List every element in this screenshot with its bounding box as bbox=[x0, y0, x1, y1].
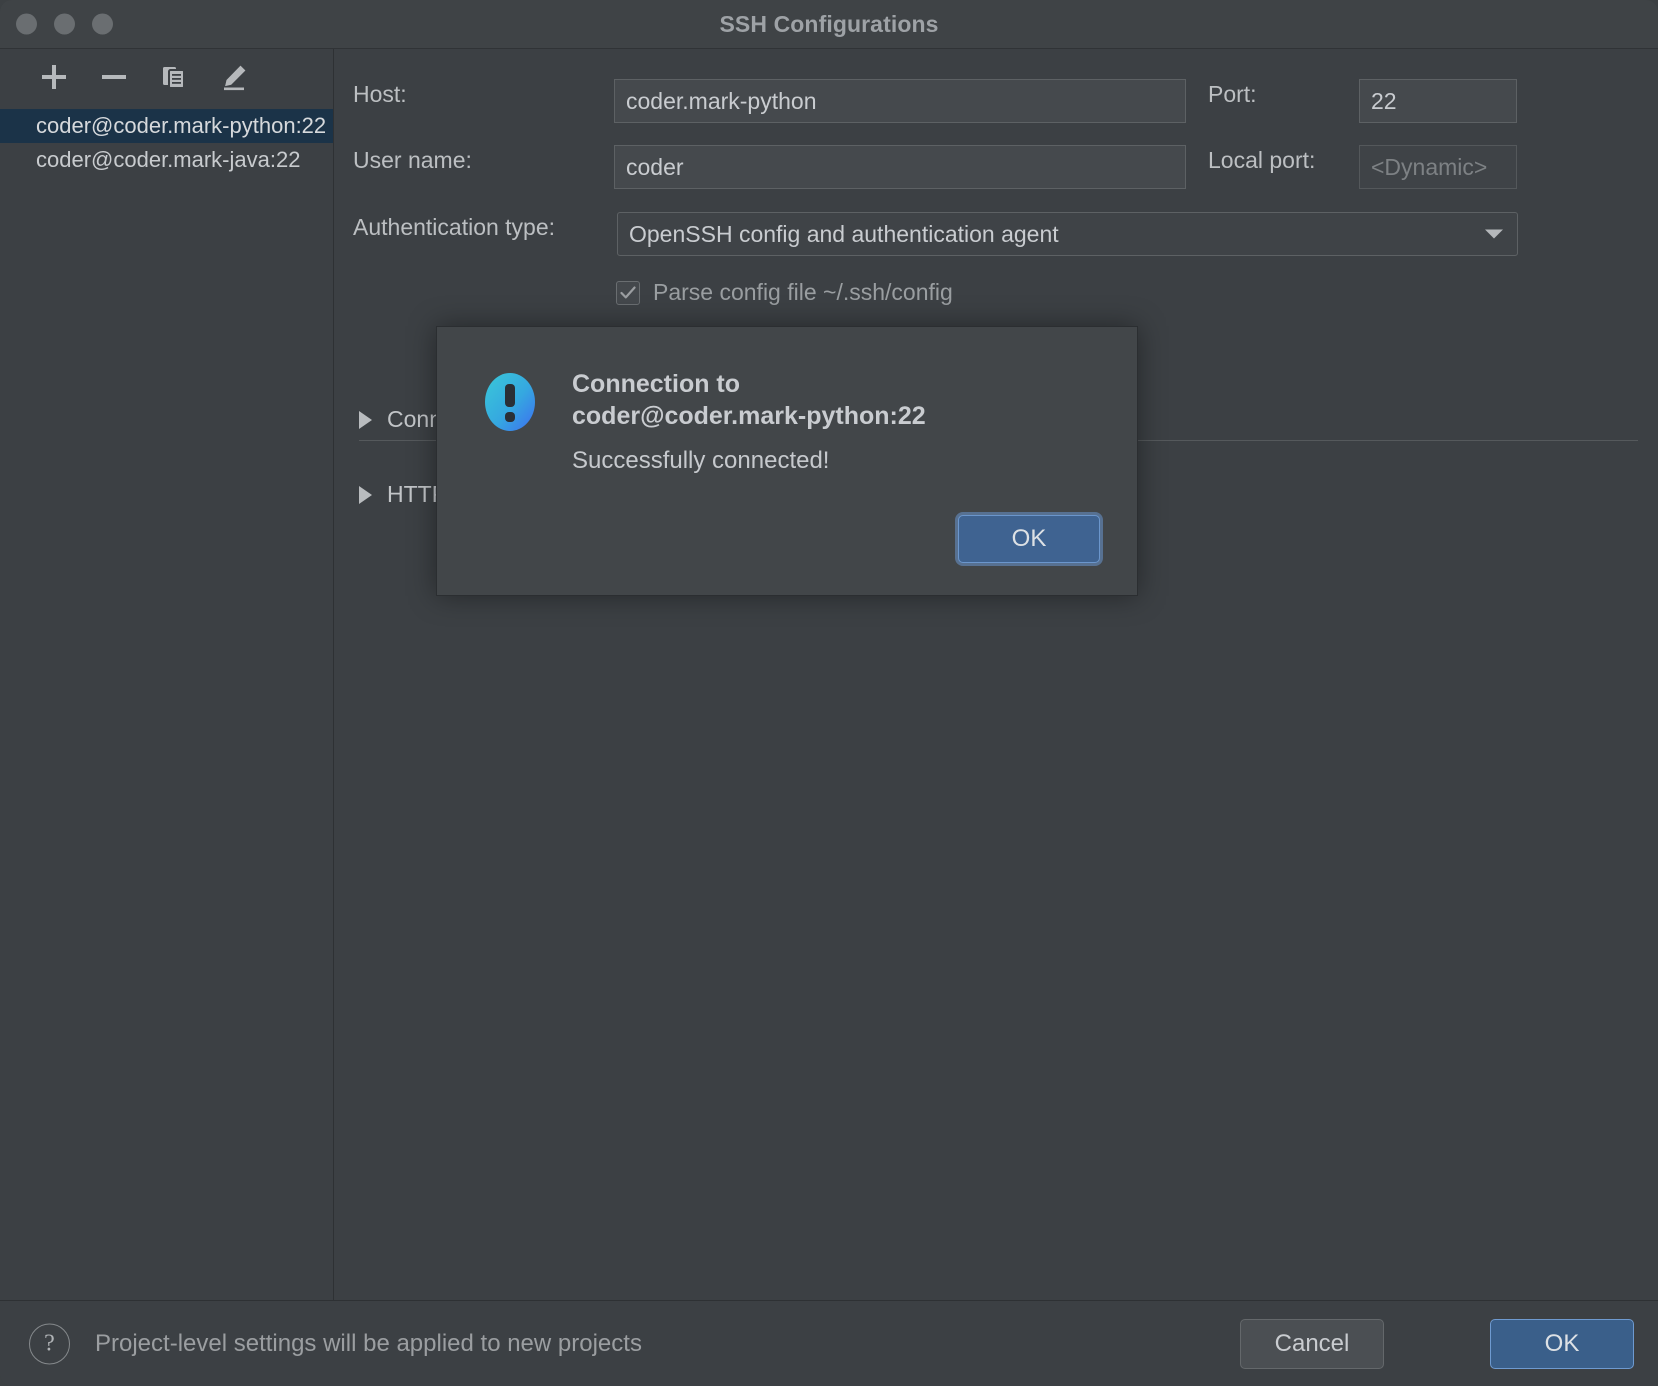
chevron-down-icon bbox=[1485, 230, 1503, 239]
port-label: Port: bbox=[1208, 81, 1257, 108]
host-label: Host: bbox=[353, 81, 407, 108]
dialog-title: Connection to coder@coder.mark-python:22 bbox=[572, 368, 1092, 432]
window-traffic-lights bbox=[16, 14, 113, 35]
window-title: SSH Configurations bbox=[0, 11, 1658, 38]
minus-icon bbox=[99, 62, 129, 92]
close-button-icon[interactable] bbox=[16, 14, 37, 35]
username-label: User name: bbox=[353, 147, 472, 174]
remove-configuration-button[interactable] bbox=[98, 61, 130, 93]
host-input[interactable]: coder.mark-python bbox=[614, 79, 1186, 123]
footer-status-text: Project-level settings will be applied t… bbox=[95, 1330, 642, 1358]
list-item[interactable]: coder@coder.mark-java:22 bbox=[0, 143, 333, 177]
configurations-list-panel: coder@coder.mark-python:22 coder@coder.m… bbox=[0, 49, 334, 1300]
connection-result-dialog: Connection to coder@coder.mark-python:22… bbox=[436, 326, 1138, 596]
parse-config-checkbox-row[interactable]: Parse config file ~/.ssh/config bbox=[616, 279, 953, 306]
parse-config-label: Parse config file ~/.ssh/config bbox=[653, 279, 953, 306]
chevron-right-icon bbox=[359, 486, 372, 504]
footer-bar: ? Project-level settings will be applied… bbox=[0, 1300, 1658, 1386]
auth-type-dropdown[interactable]: OpenSSH config and authentication agent bbox=[617, 212, 1518, 256]
ssh-configurations-window: SSH Configurations bbox=[0, 0, 1658, 1386]
copy-icon bbox=[159, 62, 189, 92]
add-configuration-button[interactable] bbox=[38, 61, 70, 93]
auth-type-label: Authentication type: bbox=[353, 214, 555, 241]
checkmark-icon bbox=[619, 284, 637, 302]
local-port-input[interactable]: <Dynamic> bbox=[1359, 145, 1517, 189]
minimize-button-icon[interactable] bbox=[54, 14, 75, 35]
username-row: User name: bbox=[353, 147, 472, 174]
local-port-row: Local port: bbox=[1208, 147, 1315, 174]
auth-type-row: Authentication type: bbox=[353, 214, 555, 241]
zoom-button-icon[interactable] bbox=[92, 14, 113, 35]
dialog-title-line-2: coder@coder.mark-python:22 bbox=[572, 400, 1092, 432]
port-input[interactable]: 22 bbox=[1359, 79, 1517, 123]
dialog-title-line-1: Connection to bbox=[572, 368, 1092, 400]
info-exclamation-icon bbox=[483, 371, 537, 433]
dialog-message: Successfully connected! bbox=[572, 447, 829, 475]
cancel-button[interactable]: Cancel bbox=[1240, 1319, 1384, 1369]
title-bar: SSH Configurations bbox=[0, 0, 1658, 49]
port-row: Port: bbox=[1208, 81, 1257, 108]
dialog-ok-button[interactable]: OK bbox=[958, 515, 1100, 563]
edit-configuration-button[interactable] bbox=[218, 61, 250, 93]
local-port-label: Local port: bbox=[1208, 147, 1315, 174]
list-toolbar bbox=[0, 49, 333, 105]
pencil-icon bbox=[219, 62, 249, 92]
list-item[interactable]: coder@coder.mark-python:22 bbox=[0, 109, 333, 143]
configurations-list[interactable]: coder@coder.mark-python:22 coder@coder.m… bbox=[0, 109, 333, 177]
parse-config-checkbox[interactable] bbox=[616, 281, 640, 305]
username-input[interactable]: coder bbox=[614, 145, 1186, 189]
auth-type-value: OpenSSH config and authentication agent bbox=[629, 221, 1059, 248]
help-icon[interactable]: ? bbox=[29, 1323, 70, 1364]
host-row: Host: bbox=[353, 81, 407, 108]
copy-configuration-button[interactable] bbox=[158, 61, 190, 93]
configuration-form-panel: Host: coder.mark-python Port: 22 User na… bbox=[335, 49, 1658, 1300]
chevron-right-icon bbox=[359, 411, 372, 429]
ok-button[interactable]: OK bbox=[1490, 1319, 1634, 1369]
plus-icon bbox=[39, 62, 69, 92]
